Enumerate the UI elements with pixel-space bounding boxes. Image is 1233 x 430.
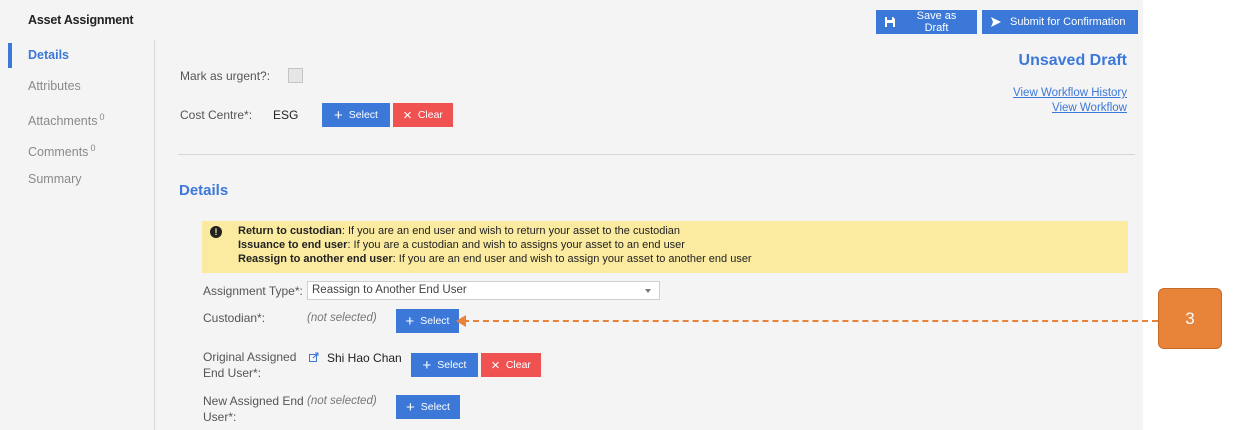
main-content: Mark as urgent?: Cost Centre*: ESG + Sel… — [156, 40, 1143, 430]
original-user-clear-button[interactable]: × Clear — [481, 353, 541, 377]
clear-label: Clear — [417, 109, 443, 121]
new-user-value: (not selected) — [307, 395, 377, 407]
info-notice: ! Return to custodian: If you are an end… — [202, 221, 1128, 273]
label-line: Original Assigned — [203, 350, 297, 364]
clear-label: Clear — [505, 359, 531, 371]
save-icon — [884, 16, 896, 28]
sidebar-item-label: Comments — [28, 145, 89, 160]
plus-icon: + — [422, 356, 432, 374]
urgent-label: Mark as urgent?: — [180, 69, 271, 83]
info-term: Return to custodian — [238, 225, 342, 237]
close-icon: × — [403, 106, 412, 124]
callout-line — [463, 320, 1158, 322]
assignment-type-select[interactable]: Reassign to Another End User — [307, 281, 660, 300]
info-text: : If you are a custodian and wish to ass… — [347, 239, 685, 251]
assignment-type-label: Assignment Type*: — [203, 284, 303, 298]
info-text: : If you are an end user and wish to ret… — [341, 225, 681, 237]
info-term: Reassign to another end user — [238, 253, 393, 265]
info-line: Reassign to another end user: If you are… — [238, 252, 752, 266]
comments-count: 0 — [90, 143, 96, 153]
sidebar-item-summary[interactable]: Summary — [0, 164, 154, 195]
select-label: Select — [348, 109, 378, 121]
attachments-count: 0 — [99, 112, 105, 122]
original-user-name: Shi Hao Chan — [327, 351, 402, 365]
plus-icon: + — [406, 398, 415, 416]
sidebar-item-label: Attachments — [28, 114, 98, 129]
cost-centre-clear-button[interactable]: × Clear — [393, 103, 453, 127]
sidebar-item-attributes[interactable]: Attributes — [0, 71, 154, 102]
new-user-label: New Assigned End User*: — [203, 393, 304, 425]
info-line: Return to custodian: If you are an end u… — [238, 224, 752, 238]
info-term: Issuance to end user — [238, 239, 348, 251]
label-line: New Assigned End — [203, 394, 304, 408]
original-user-select-button[interactable]: + Select — [411, 353, 478, 377]
label-line: End User*: — [203, 366, 262, 380]
app-window: Asset Assignment Save as Draft Submit fo… — [0, 0, 1143, 430]
select-label: Select — [437, 359, 467, 371]
custodian-select-button[interactable]: + Select — [396, 309, 459, 333]
original-user-value[interactable]: Shi Hao Chan — [309, 351, 402, 365]
sidebar-item-details[interactable]: Details — [0, 40, 154, 71]
plus-icon: + — [334, 106, 343, 124]
sidebar-item-attachments[interactable]: Attachments 0 — [0, 102, 154, 133]
workflow-history-link[interactable]: View Workflow History — [1013, 87, 1127, 99]
info-lines: Return to custodian: If you are an end u… — [238, 224, 752, 273]
sidebar-item-label: Summary — [28, 172, 82, 186]
custodian-value: (not selected) — [307, 312, 377, 324]
chevron-down-icon — [645, 289, 651, 293]
close-icon: × — [491, 356, 500, 374]
new-user-select-button[interactable]: + Select — [396, 395, 460, 419]
alert-icon: ! — [210, 226, 222, 238]
external-link-icon — [309, 352, 319, 365]
cost-centre-select-button[interactable]: + Select — [322, 103, 390, 127]
sidebar-item-comments[interactable]: Comments 0 — [0, 133, 154, 164]
urgent-checkbox[interactable] — [288, 68, 303, 83]
select-label: Select — [420, 401, 450, 413]
status-badge: Unsaved Draft — [1018, 52, 1127, 69]
workflow-link[interactable]: View Workflow — [1052, 102, 1127, 114]
assignment-type-value: Reassign to Another End User — [312, 284, 467, 296]
select-label: Select — [420, 315, 450, 327]
cost-centre-value: ESG — [273, 108, 299, 122]
sidebar-nav: Details Attributes Attachments 0 Comments… — [0, 40, 155, 430]
custodian-label: Custodian*: — [203, 311, 266, 325]
submit-confirmation-button[interactable]: Submit for Confirmation — [982, 10, 1138, 34]
divider — [178, 154, 1135, 155]
save-draft-label: Save as Draft — [916, 10, 957, 34]
plus-icon: + — [405, 312, 415, 330]
submit-label: Submit for Confirmation — [1010, 16, 1126, 28]
info-line: Issuance to end user: If you are a custo… — [238, 238, 752, 252]
sidebar-item-label: Details — [28, 48, 69, 62]
page-title: Asset Assignment — [28, 13, 134, 27]
cost-centre-label: Cost Centre*: — [180, 108, 253, 122]
sidebar-item-label: Attributes — [28, 79, 81, 93]
label-line: User*: — [203, 410, 237, 424]
save-draft-button[interactable]: Save as Draft — [876, 10, 977, 34]
send-icon — [990, 16, 1002, 28]
original-user-label: Original Assigned End User*: — [203, 349, 296, 381]
callout-badge: 3 — [1158, 288, 1222, 349]
top-bar: Asset Assignment Save as Draft Submit fo… — [0, 0, 1143, 40]
section-title: Details — [179, 182, 229, 199]
info-text: : If you are an end user and wish to ass… — [392, 253, 752, 265]
